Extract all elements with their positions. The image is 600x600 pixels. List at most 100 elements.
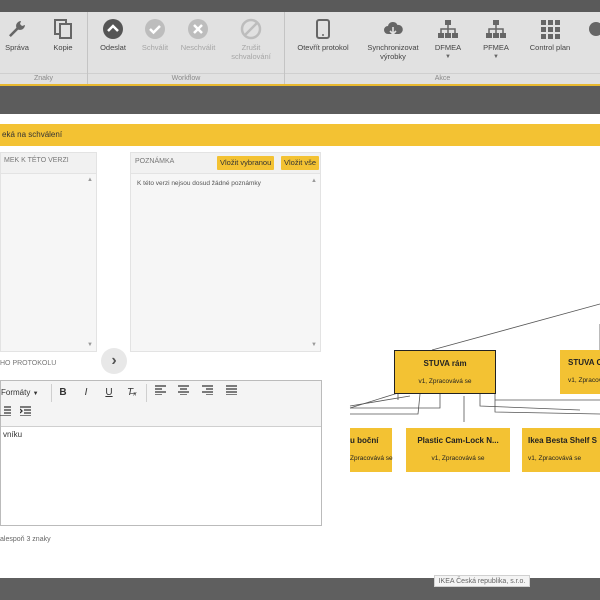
settings-icon: [589, 22, 600, 36]
underline-button[interactable]: U: [99, 384, 119, 402]
diagram-node[interactable]: Plastic Cam-Lock N... v1, Zpracovává se: [406, 428, 510, 472]
outdent-icon: [0, 406, 11, 417]
chevron-up-circle-icon: [103, 19, 123, 39]
note-box: POZNÁMKA Vložit vybranou Vložit vše K té…: [130, 152, 321, 352]
x-circle-icon: [188, 19, 208, 39]
structure-diagram: STUVA rám v1, Zpracovává se STUVA C v1, …: [330, 264, 600, 472]
chevron-right-icon: ›: [111, 352, 117, 369]
tablet-icon: [316, 19, 330, 39]
align-justify-icon: [225, 385, 237, 396]
italic-button[interactable]: I: [76, 384, 96, 402]
node-status: v1, Zpracovává se: [528, 455, 582, 462]
kopie-label: Kopie: [53, 43, 73, 52]
pfmea-label: PFMEA: [483, 43, 509, 52]
version-comment-box: MEK K TÉTO VERZI ▲ ▼: [0, 152, 97, 352]
dfmea-button[interactable]: DFMEA ▼: [431, 18, 465, 62]
toolbar-separator: [146, 384, 147, 402]
scroll-up-icon[interactable]: ▲: [87, 177, 93, 183]
indent-button[interactable]: [15, 405, 35, 423]
odeslat-button[interactable]: Odeslat: [96, 18, 130, 52]
editor-toolbar: Formáty ▼ B I U T̶ₓ: [0, 381, 321, 427]
company-name: IKEA Česká republika, s.r.o.: [434, 575, 530, 587]
grid-icon: [541, 20, 560, 39]
move-right-button[interactable]: ›: [101, 348, 127, 374]
top-strip: [0, 0, 600, 12]
rich-text-editor: Formáty ▼ B I U T̶ₓ vníku: [0, 380, 322, 526]
neschvalit-label: Neschválit: [180, 43, 216, 52]
insert-selected-button[interactable]: Vložit vybranou: [217, 156, 275, 170]
version-comment-header: MEK K TÉTO VERZI: [4, 157, 69, 164]
kopie-button[interactable]: Kopie: [48, 18, 78, 52]
node-title: Ikea Besta Shelf S: [528, 436, 597, 445]
version-comment-textarea[interactable]: ▲ ▼: [1, 173, 96, 351]
scroll-down-icon[interactable]: ▼: [311, 342, 317, 348]
toolbar-separator: [51, 384, 52, 402]
zrusit-label: Zrušit schvalování: [231, 43, 271, 61]
sprava-button[interactable]: Správa: [3, 18, 31, 52]
check-circle-icon: [145, 19, 165, 39]
diagram-node[interactable]: u boční Zpracovává se: [350, 428, 393, 472]
group-label-znaky: Znaky: [0, 73, 87, 82]
pfmea-button[interactable]: PFMEA ▼: [479, 18, 513, 62]
neschvalit-button[interactable]: Neschválit: [176, 18, 220, 52]
control-plan-button[interactable]: Control plan: [525, 18, 575, 52]
outdent-button[interactable]: [0, 405, 15, 423]
diagram-node[interactable]: Ikea Besta Shelf S v1, Zpracovává se: [522, 428, 600, 472]
scroll-up-icon[interactable]: ▲: [311, 178, 317, 184]
ribbon-group-workflow: Odeslat Schválit Neschválit Zrušit schva…: [88, 12, 285, 84]
clear-format-icon: T̶ₓ: [127, 387, 137, 398]
otevrit-protokol-label: Otevřít protokol: [297, 43, 349, 52]
align-left-button[interactable]: [150, 384, 170, 402]
caret-down-icon: ▼: [32, 391, 39, 397]
schvalit-button[interactable]: Schválit: [138, 18, 172, 52]
synchronizovat-label: Synchronizovat výrobky: [367, 43, 419, 61]
more-action-button[interactable]: [585, 18, 600, 43]
align-left-icon: [154, 385, 166, 396]
otevrit-protokol-button[interactable]: Otevřít protokol: [291, 18, 355, 52]
diagram-node[interactable]: STUVA rám v1, Zpracovává se: [394, 350, 496, 394]
status-banner: eká na schválení: [0, 124, 600, 146]
odeslat-label: Odeslat: [100, 43, 126, 52]
ban-icon: [240, 18, 262, 40]
dfmea-label: DFMEA: [434, 43, 462, 52]
ribbon-group-znaky: Správa Kopie Znaky: [0, 12, 88, 84]
wrench-icon: [9, 21, 25, 37]
node-title: Plastic Cam-Lock N...: [417, 436, 499, 445]
node-title: STUVA C: [568, 358, 600, 367]
bold-button[interactable]: B: [53, 384, 73, 402]
hierarchy-icon: [486, 20, 506, 38]
align-right-button[interactable]: [197, 384, 217, 402]
align-center-button[interactable]: [173, 384, 193, 402]
synchronizovat-button[interactable]: Synchronizovat výrobky: [361, 18, 425, 61]
caret-down-icon: ▼: [493, 54, 499, 60]
sprava-label: Správa: [5, 43, 29, 52]
zrusit-schvalovani-button[interactable]: Zrušit schvalování: [228, 18, 274, 61]
header-bar: [0, 84, 600, 114]
empty-notes-text: K této verzi nejsou dosud žádné poznámky: [137, 180, 261, 187]
main-panel: eká na schválení MEK K TÉTO VERZI ▲ ▼ › …: [0, 114, 600, 578]
formats-label: Formáty: [1, 388, 31, 397]
note-list: K této verzi nejsou dosud žádné poznámky…: [131, 173, 320, 351]
diagram-node[interactable]: STUVA C v1, Zpracovává se: [560, 350, 600, 394]
hierarchy-icon: [438, 20, 458, 38]
node-title: u boční: [350, 436, 379, 445]
formats-dropdown[interactable]: Formáty ▼: [1, 384, 49, 402]
copy-icon: [54, 19, 72, 39]
clear-format-button[interactable]: T̶ₓ: [122, 384, 142, 402]
align-justify-button[interactable]: [221, 384, 241, 402]
group-label-workflow: Workflow: [88, 73, 284, 82]
min-length-hint: alespoň 3 znaky: [0, 536, 51, 543]
insert-all-button[interactable]: Vložit vše: [281, 156, 320, 170]
ribbon-toolbar: Správa Kopie Znaky Odeslat Schválit Nesc…: [0, 12, 600, 84]
node-status: v1, Zpracovává se: [568, 377, 600, 384]
node-status: v1, Zpracovává se: [418, 378, 472, 385]
indent-icon: [19, 406, 31, 417]
protocol-label: HO PROTOKOLU: [0, 360, 57, 367]
ribbon-group-akce: Otevřít protokol Synchronizovat výrobky …: [285, 12, 600, 84]
editor-content[interactable]: vníku: [1, 427, 321, 442]
node-status: Zpracovává se: [350, 455, 393, 462]
group-label-akce: Akce: [285, 73, 600, 82]
node-status: v1, Zpracovává se: [431, 455, 485, 462]
scroll-down-icon[interactable]: ▼: [87, 342, 93, 348]
node-title: STUVA rám: [423, 359, 467, 368]
